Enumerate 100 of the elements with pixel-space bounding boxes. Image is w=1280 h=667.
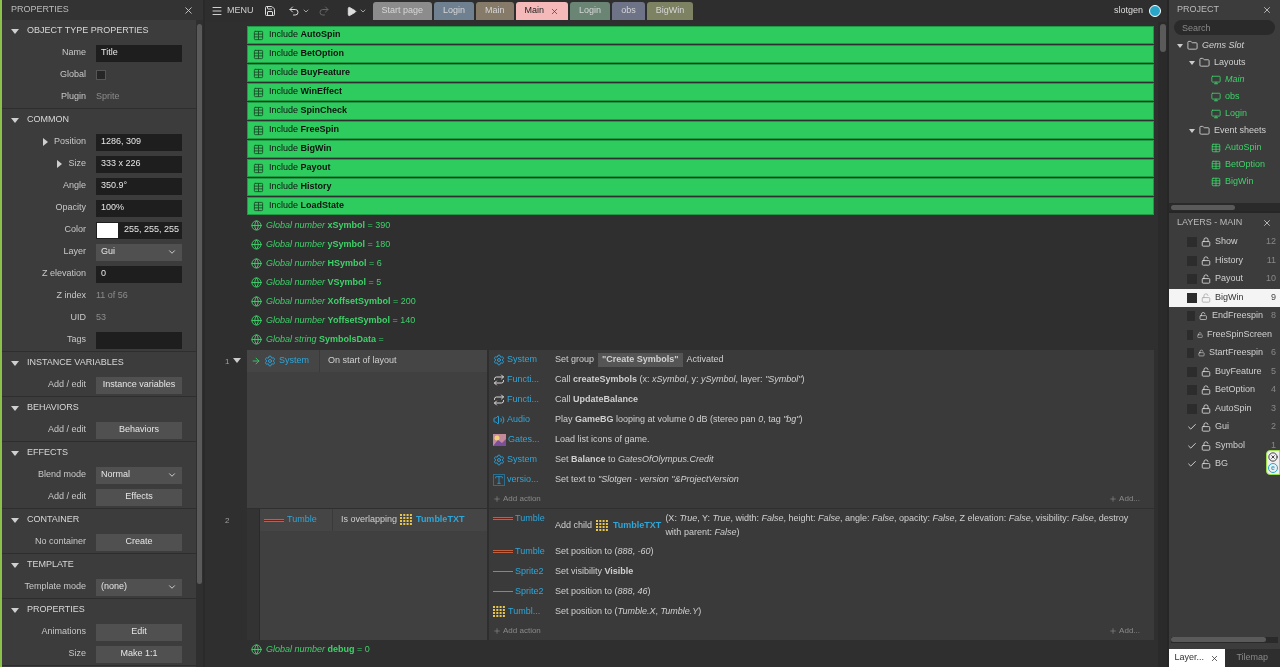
- object-name: Gates...: [508, 433, 540, 446]
- include-text: Include AutoSpin: [269, 28, 341, 42]
- property-label: Position: [53, 135, 86, 149]
- action-text: Call createSymbols (x: xSymbol, y: ySymbol, layer: "Symbol"): [555, 373, 805, 386]
- global-variable: Global number VSymbol = 5: [266, 275, 382, 289]
- action-text: Set Balance to GatesOfOlympus.Credit: [555, 453, 714, 466]
- layer-name: FreeSpinScreen: [1206, 327, 1272, 341]
- global-variable: Global number HSymbol = 6: [266, 256, 382, 270]
- property-label: Template mode: [24, 580, 86, 594]
- property-label: Angle: [62, 179, 86, 193]
- user-name: slotgen: [1113, 4, 1143, 18]
- property-label: Layer: [63, 245, 86, 259]
- section-title: INSTANCE VARIABLES: [27, 356, 124, 370]
- panel-title: LAYERS - MAIN: [1177, 216, 1243, 230]
- include-text: Include Payout: [269, 161, 331, 175]
- object-name: Sprite2: [515, 565, 544, 578]
- object-name: Sprite2: [515, 585, 544, 598]
- section-title: EFFECTS: [27, 446, 68, 460]
- layer-name: EndFreespin: [1211, 309, 1263, 323]
- layer-name: BG: [1215, 457, 1228, 471]
- property-label: Z elevation: [41, 267, 86, 281]
- object-name: Tumble: [515, 512, 545, 525]
- include-text: Include BetOption: [269, 47, 345, 61]
- include-text: Include BuyFeature: [269, 66, 351, 80]
- layer-name: BigWin: [1215, 290, 1244, 304]
- condition-text: Is overlapping: [341, 513, 398, 527]
- object-name: Audio: [507, 413, 531, 426]
- object-name: System: [279, 354, 309, 368]
- include-text: Include BigWin: [269, 142, 332, 156]
- property-label: Add / edit: [47, 378, 86, 392]
- layer-number: 10: [1266, 272, 1276, 286]
- object-name: System: [507, 353, 537, 366]
- section-title: BEHAVIORS: [27, 401, 79, 415]
- property-label: No container: [34, 535, 86, 549]
- panel-title: PROPERTIES: [11, 3, 69, 17]
- property-label: Add / edit: [47, 423, 86, 437]
- color-value: 255, 255, 255: [124, 223, 180, 237]
- property-label: UID: [70, 311, 86, 325]
- event-number: 2: [225, 515, 230, 527]
- include-text: Include FreeSpin: [269, 123, 340, 137]
- object-name: TumbleTXT: [416, 513, 465, 527]
- action-text: Set group: [555, 353, 595, 366]
- include-text: Include WinEffect: [269, 85, 342, 99]
- property-label: Color: [64, 223, 86, 237]
- property-label: Blend mode: [37, 468, 86, 482]
- section-title: PROPERTIES: [27, 603, 85, 617]
- layer-number: 3: [1271, 401, 1276, 415]
- property-value: Sprite: [96, 90, 120, 104]
- include-text: Include LoadState: [269, 199, 345, 213]
- layer-number: 2: [1271, 420, 1276, 434]
- global-variable: Global number xSymbol = 390: [266, 218, 391, 232]
- property-label: Name: [62, 46, 86, 60]
- global-variable: Global string SymbolsData =: [266, 332, 384, 346]
- event-number: 1: [225, 356, 230, 368]
- action-text: Play GameBG looping at volume 0 dB (stereo pan 0, tag "bg"): [555, 413, 803, 426]
- property-label: Plugin: [60, 90, 86, 104]
- property-label: Tags: [67, 333, 86, 347]
- global-variable: Global number ySymbol = 180: [266, 237, 391, 251]
- global-variable: Global number debug = 0: [266, 642, 370, 656]
- action-text: Add child: [555, 518, 593, 532]
- object-name: Functi...: [507, 393, 539, 406]
- layer-name: Gui: [1215, 420, 1229, 434]
- object-name: System: [507, 453, 537, 466]
- layer-name: History: [1215, 253, 1243, 267]
- action-text: Activated: [686, 353, 725, 366]
- global-variable: Global number YoffsetSymbol = 140: [266, 313, 416, 327]
- object-name: Tumbl...: [508, 605, 541, 618]
- action-text: (X: True, Y: True, width: False, height: False, angle: False, opacity: False, Z elevation: False, visibility: False, destroy with parent: False): [665, 512, 1130, 539]
- layer-number: 6: [1270, 346, 1276, 360]
- condition-text: On start of layout: [328, 354, 397, 368]
- include-text: Include History: [269, 180, 332, 194]
- section-title: TEMPLATE: [27, 558, 74, 572]
- layer-name: BuyFeature: [1215, 364, 1262, 378]
- layer-number: 4: [1271, 383, 1276, 397]
- layer-name: Payout: [1215, 272, 1244, 286]
- layer-number: 8: [1270, 309, 1276, 323]
- object-name: Tumble: [287, 513, 317, 527]
- property-label: Size: [68, 157, 86, 171]
- layer-number: 1: [1271, 438, 1276, 452]
- property-label: Global: [60, 68, 86, 82]
- property-value: 53: [96, 311, 106, 325]
- object-name: TumbleTXT: [613, 518, 662, 532]
- property-value: 11 of 56: [96, 289, 128, 303]
- section-title: OBJECT TYPE PROPERTIES: [27, 24, 149, 38]
- property-label: Size: [68, 647, 86, 661]
- layer-name: Symbol: [1215, 438, 1245, 452]
- action-text: Set position to (888, -60): [555, 545, 654, 558]
- object-name: versio...: [507, 473, 539, 486]
- action-text: Set position to (Tumble.X, Tumble.Y): [555, 605, 702, 618]
- include-text: Include SpinCheck: [269, 104, 348, 118]
- layer-number: 11: [1266, 253, 1276, 267]
- layer-name: Show: [1215, 235, 1238, 249]
- section-title: CONTAINER: [27, 513, 80, 527]
- property-label: Opacity: [55, 201, 86, 215]
- panel-title: PROJECT: [1177, 3, 1219, 17]
- object-name: Tumble: [515, 545, 545, 558]
- action-text: Set visibility Visible: [555, 565, 634, 578]
- action-text: Call UpdateBalance: [555, 393, 639, 406]
- group-chip: "Create Symbols": [598, 353, 683, 367]
- property-label: Animations: [41, 625, 86, 639]
